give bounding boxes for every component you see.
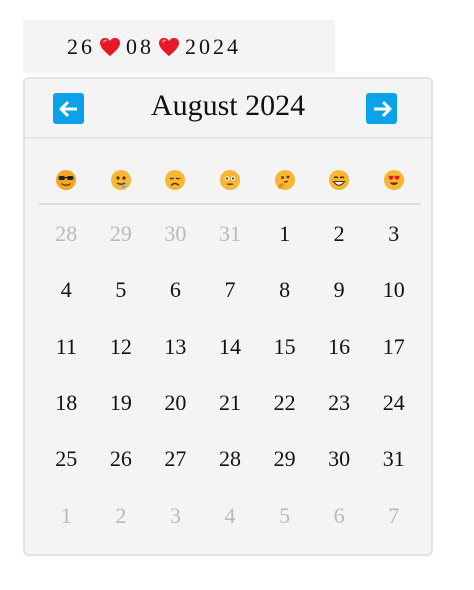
day-cell-outside-month[interactable]: 28 [39,203,94,265]
day-cell-outside-month[interactable]: 3 [148,484,203,546]
day-cell[interactable]: 29 [257,428,312,490]
day-cell-outside-month[interactable]: 7 [366,484,421,546]
day-cell[interactable]: 8 [257,259,312,321]
day-cell-outside-month[interactable]: 4 [203,484,258,546]
day-cell[interactable]: 30 [312,428,367,490]
day-cell[interactable]: 27 [148,428,203,490]
day-cell[interactable]: 3 [366,203,421,265]
calendar-popup: August 2024 28 29 30 31 1 2 3 4 5 6 7 8 9 10 11 12 13 14 1… [23,77,433,556]
arrow-right-icon [373,100,391,117]
date-input[interactable]: 26 08 2024 [23,20,335,73]
day-grid: 28 29 30 31 1 2 3 4 5 6 7 8 9 10 11 12 13 14 15 16 17 18 19 20 2… [39,209,421,547]
day-cell[interactable]: 17 [366,316,421,378]
heart-icon [99,34,121,60]
day-cell[interactable]: 19 [94,372,149,434]
day-cell[interactable]: 21 [203,372,258,434]
day-cell[interactable]: 20 [148,372,203,434]
day-cell[interactable]: 6 [148,259,203,321]
day-cell[interactable]: 31 [366,428,421,490]
day-cell[interactable]: 15 [257,316,312,378]
day-cell[interactable]: 14 [203,316,258,378]
disappointed-face-icon [148,169,203,203]
day-cell-outside-month[interactable]: 1 [39,484,94,546]
day-cell[interactable]: 26 [94,428,149,490]
day-cell-outside-month[interactable]: 5 [257,484,312,546]
day-cell-outside-month[interactable]: 2 [94,484,149,546]
thinking-face-icon [257,169,312,203]
heart-eyes-face-icon [366,169,421,203]
flushed-face-icon [203,169,258,203]
day-cell-outside-month[interactable]: 30 [148,203,203,265]
grinning-face-icon [312,169,367,203]
day-cell[interactable]: 12 [94,316,149,378]
date-month[interactable]: 08 [126,34,154,60]
day-cell[interactable]: 9 [312,259,367,321]
day-cell[interactable]: 18 [39,372,94,434]
drooling-face-icon [94,169,149,203]
day-cell[interactable]: 28 [203,428,258,490]
day-cell[interactable]: 23 [312,372,367,434]
sunglasses-face-icon [39,169,94,203]
date-day[interactable]: 26 [67,34,95,60]
next-month-button[interactable] [366,93,397,124]
day-cell[interactable]: 11 [39,316,94,378]
heart-icon [158,34,180,60]
day-cell[interactable]: 16 [312,316,367,378]
day-cell[interactable]: 1 [257,203,312,265]
day-cell[interactable]: 13 [148,316,203,378]
day-cell[interactable]: 4 [39,259,94,321]
calendar-header: August 2024 [25,79,431,139]
day-cell[interactable]: 2 [312,203,367,265]
day-cell-outside-month[interactable]: 29 [94,203,149,265]
day-cell[interactable]: 25 [39,428,94,490]
date-year[interactable]: 2024 [185,34,241,60]
day-cell[interactable]: 7 [203,259,258,321]
weekday-row [39,169,421,205]
day-cell[interactable]: 10 [366,259,421,321]
day-cell[interactable]: 22 [257,372,312,434]
day-cell[interactable]: 24 [366,372,421,434]
day-cell[interactable]: 5 [94,259,149,321]
day-cell-outside-month[interactable]: 6 [312,484,367,546]
day-cell-outside-month[interactable]: 31 [203,203,258,265]
